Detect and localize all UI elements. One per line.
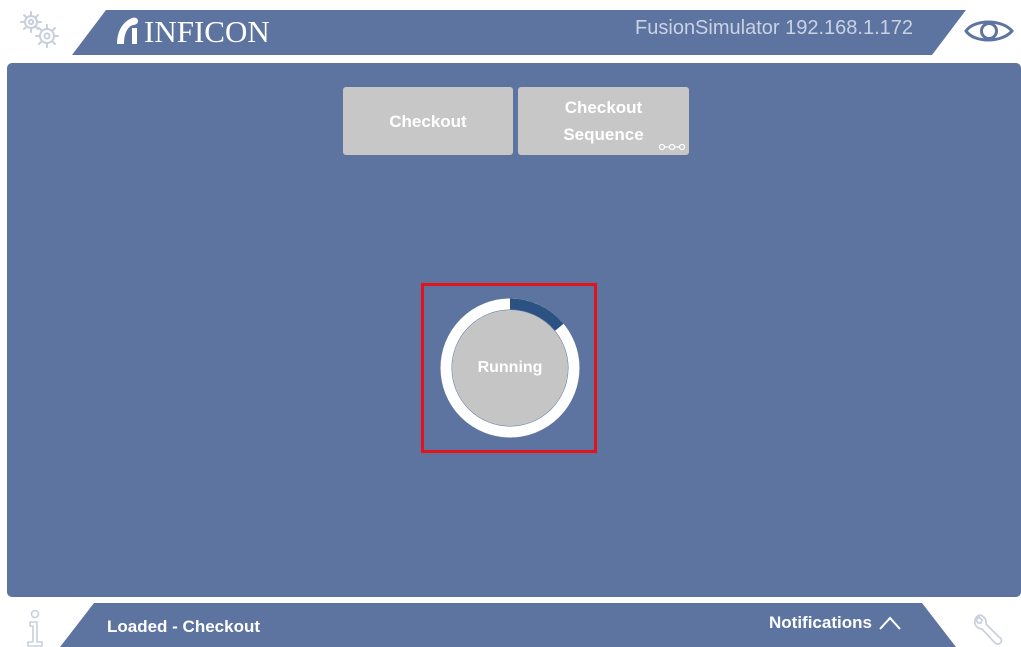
gears-icon[interactable]: [16, 8, 66, 52]
notifications-label: Notifications: [769, 613, 872, 632]
checkout-button-label: Checkout: [389, 111, 467, 131]
mode-tabs: Checkout Checkout Sequence: [343, 87, 689, 155]
page: INFICON FusionSimulator 192.168.1.172 Ch…: [0, 0, 1021, 647]
checkout-button[interactable]: Checkout: [343, 87, 513, 155]
header: INFICON FusionSimulator 192.168.1.172: [0, 0, 1021, 58]
eye-icon[interactable]: [962, 14, 1016, 48]
status-highlight-frame: Running: [421, 283, 597, 453]
sequence-icon: [658, 143, 686, 151]
checkout-sequence-label-line2: Sequence: [563, 125, 644, 144]
status-ring-center: [452, 310, 568, 426]
inficon-logo: INFICON: [114, 12, 270, 50]
footer: Loaded - Checkout Notifications: [0, 601, 1021, 647]
checkout-sequence-label-line1: Checkout: [564, 98, 643, 117]
main-panel: Checkout Checkout Sequence Running: [7, 63, 1021, 597]
checkout-sequence-button[interactable]: Checkout Sequence: [518, 87, 689, 155]
inficon-logo-mark-icon: [117, 17, 138, 44]
device-title: FusionSimulator 192.168.1.172: [635, 17, 913, 39]
loaded-status-text: Loaded - Checkout: [107, 617, 261, 636]
info-icon[interactable]: [22, 609, 48, 647]
status-ring[interactable]: [440, 298, 580, 438]
brand-name: INFICON: [144, 13, 270, 49]
wrench-icon[interactable]: [970, 611, 1006, 647]
chevron-up-icon: [879, 616, 901, 630]
notifications-toggle[interactable]: Notifications: [769, 613, 902, 633]
